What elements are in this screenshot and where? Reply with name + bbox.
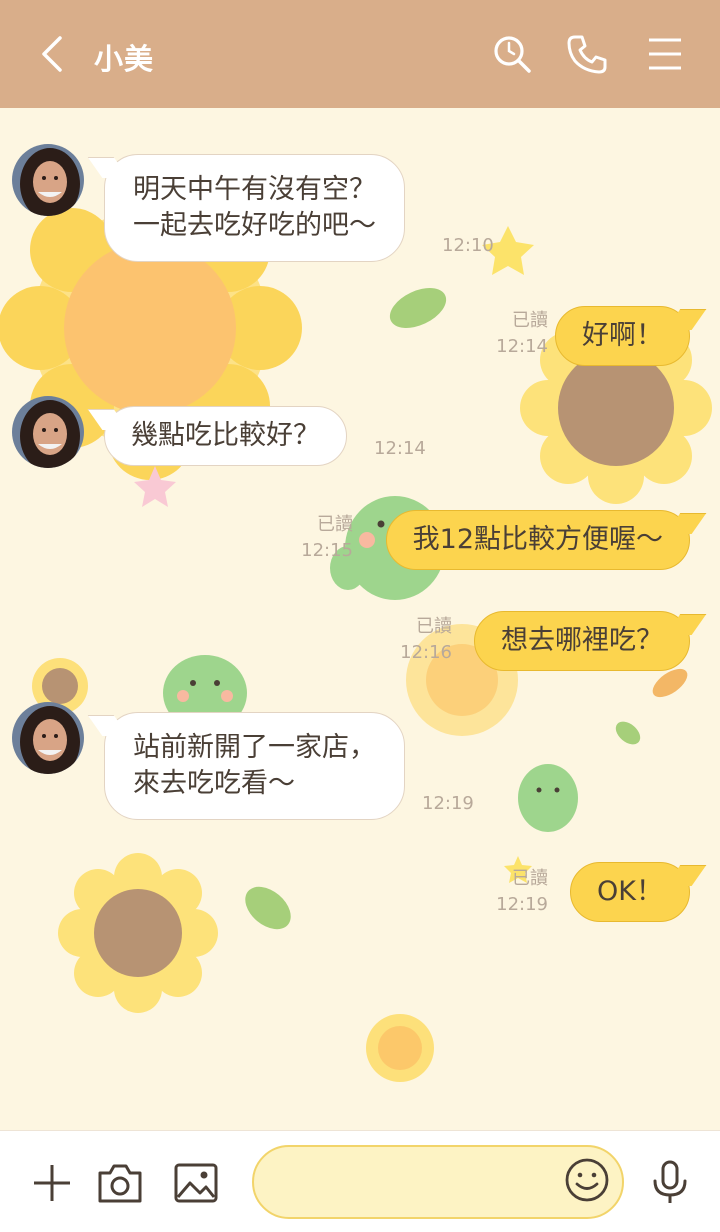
message-text-line: 站前新開了一家店， bbox=[133, 732, 376, 763]
message-meta: 已讀 12:19 bbox=[496, 866, 548, 918]
leaf-icon bbox=[615, 721, 641, 745]
message-text-line: 來去吃吃看～ bbox=[133, 768, 295, 799]
message-text-line: 一起去吃好吃的吧～ bbox=[133, 210, 376, 241]
add-button[interactable] bbox=[26, 1157, 78, 1209]
read-receipt: 已讀 bbox=[512, 868, 548, 889]
message-time: 12:15 bbox=[301, 540, 353, 561]
camera-button[interactable] bbox=[94, 1157, 146, 1209]
emoji-button[interactable] bbox=[562, 1155, 612, 1205]
outgoing-message-bubble[interactable]: OK！ bbox=[570, 862, 690, 922]
image-button[interactable] bbox=[170, 1157, 222, 1209]
contact-avatar[interactable] bbox=[12, 702, 84, 774]
sunflower-icon bbox=[366, 1014, 434, 1082]
message-time: 12:16 bbox=[400, 642, 452, 663]
incoming-message-bubble[interactable]: 幾點吃比較好？ bbox=[104, 406, 347, 466]
contact-avatar[interactable] bbox=[12, 396, 84, 468]
call-button[interactable] bbox=[563, 30, 611, 78]
chat-area[interactable]: 明天中午有沒有空？ 一起去吃好吃的吧～ 12:10 已讀 12:14 好啊！ 幾… bbox=[0, 108, 720, 1130]
outgoing-message-bubble[interactable]: 好啊！ bbox=[555, 306, 690, 366]
leaf-icon bbox=[245, 886, 291, 930]
back-button[interactable] bbox=[30, 30, 78, 78]
sunflower-icon bbox=[58, 853, 218, 1013]
message-text-line: 明天中午有沒有空？ bbox=[133, 174, 376, 205]
incoming-message-bubble[interactable]: 站前新開了一家店， 來去吃吃看～ bbox=[104, 712, 405, 820]
chat-title: 小美 bbox=[94, 42, 155, 76]
message-time: 12:19 bbox=[496, 894, 548, 915]
message-time: 12:14 bbox=[374, 438, 426, 459]
chat-header: 小美 bbox=[0, 0, 720, 108]
input-bar bbox=[0, 1130, 720, 1232]
microphone-icon bbox=[653, 1160, 687, 1203]
read-receipt: 已讀 bbox=[512, 310, 548, 331]
menu-icon bbox=[649, 38, 681, 70]
smile-icon bbox=[565, 1158, 609, 1202]
voice-button[interactable] bbox=[644, 1157, 696, 1209]
contact-avatar[interactable] bbox=[12, 144, 84, 216]
message-time: 12:10 bbox=[442, 235, 494, 256]
plus-icon bbox=[34, 1165, 70, 1201]
avatar-photo bbox=[12, 702, 84, 774]
avatar-photo bbox=[12, 396, 84, 468]
search-button[interactable] bbox=[488, 30, 536, 78]
camera-icon bbox=[98, 1164, 142, 1203]
incoming-message-bubble[interactable]: 明天中午有沒有空？ 一起去吃好吃的吧～ bbox=[104, 154, 405, 262]
read-receipt: 已讀 bbox=[416, 616, 452, 637]
image-icon bbox=[174, 1163, 218, 1203]
outgoing-message-bubble[interactable]: 我12點比較方便喔～ bbox=[385, 510, 690, 570]
message-time: 12:14 bbox=[496, 336, 548, 357]
message-meta: 已讀 12:15 bbox=[301, 512, 353, 564]
search-icon bbox=[494, 36, 531, 73]
phone-icon bbox=[567, 35, 607, 74]
menu-button[interactable] bbox=[641, 30, 689, 78]
message-meta: 已讀 12:14 bbox=[496, 308, 548, 360]
chevron-left-icon bbox=[42, 36, 62, 72]
avatar-photo bbox=[12, 144, 84, 216]
read-receipt: 已讀 bbox=[317, 514, 353, 535]
message-time: 12:19 bbox=[422, 793, 474, 814]
leaf-icon bbox=[389, 288, 447, 328]
outgoing-message-bubble[interactable]: 想去哪裡吃？ bbox=[474, 611, 690, 671]
dinosaur-icon bbox=[518, 764, 578, 832]
message-meta: 已讀 12:16 bbox=[400, 614, 452, 666]
